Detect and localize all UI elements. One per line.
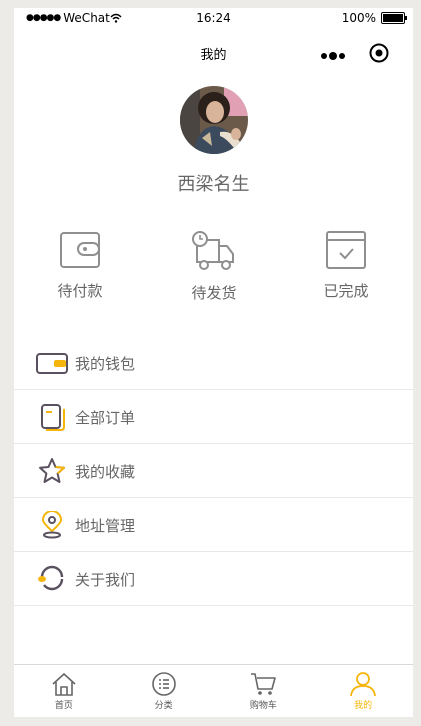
menu-item-label: 关于我们 <box>75 571 136 589</box>
tab-label: 购物车 <box>249 701 277 711</box>
more-dots-icon[interactable] <box>320 52 346 60</box>
wallet-icon <box>60 232 100 268</box>
about-ring-icon <box>38 565 64 591</box>
calendar-check-icon <box>326 231 366 269</box>
tab-label: 分类 <box>154 701 173 711</box>
order-label: 已完成 <box>323 282 369 300</box>
tab-label: 首页 <box>54 701 73 711</box>
battery-percent: 100% <box>341 11 376 25</box>
menu-item-all-orders[interactable]: 全部订单 <box>14 390 413 444</box>
tab-mine[interactable]: 我的 <box>313 665 413 717</box>
order-pending-shipment[interactable]: 待发货 <box>164 230 264 303</box>
order-label: 待付款 <box>57 282 103 300</box>
menu-item-wallet[interactable]: 我的钱包 <box>14 336 413 390</box>
battery-icon <box>381 12 407 24</box>
wallet-icon <box>36 353 68 374</box>
menu-item-favorites[interactable]: 我的收藏 <box>14 444 413 498</box>
truck-icon <box>192 231 234 270</box>
menu-item-address[interactable]: 地址管理 <box>14 498 413 552</box>
status-bar: ●●●●● WeChat 16:24 100% <box>14 8 413 30</box>
menu-list: 我的钱包 全部订单 我的收藏 地址管理 关于我们 <box>14 336 413 606</box>
username: 西梁名生 <box>177 174 250 195</box>
target-close-icon[interactable] <box>368 42 390 64</box>
star-icon <box>39 458 65 483</box>
menu-item-label: 我的收藏 <box>75 463 136 481</box>
page-title: 我的 <box>200 48 227 63</box>
tab-category[interactable]: 分类 <box>114 665 214 717</box>
phone-screen: ●●●●● WeChat 16:24 100% 我的 西梁名生 待付款 待发货 … <box>14 8 413 717</box>
tab-label: 我的 <box>354 701 373 711</box>
order-completed[interactable]: 已完成 <box>296 230 396 301</box>
menu-item-about[interactable]: 关于我们 <box>14 552 413 606</box>
tab-bar: 首页 分类 购物车 我的 <box>14 664 413 717</box>
category-list-icon <box>151 672 176 696</box>
menu-item-label: 全部订单 <box>75 409 136 427</box>
order-document-icon <box>41 404 65 431</box>
order-label: 待发货 <box>191 284 237 302</box>
nav-bar: 我的 <box>14 30 413 70</box>
menu-item-label: 地址管理 <box>75 517 136 535</box>
user-icon <box>350 672 377 697</box>
battery-info: 100% <box>341 11 407 25</box>
avatar-photo <box>180 86 248 154</box>
location-pin-icon <box>41 511 63 539</box>
home-icon <box>52 672 76 696</box>
tab-home[interactable]: 首页 <box>14 665 114 717</box>
tab-cart[interactable]: 购物车 <box>214 665 314 717</box>
cart-icon <box>251 673 277 695</box>
menu-item-label: 我的钱包 <box>75 355 136 373</box>
order-pending-payment[interactable]: 待付款 <box>30 230 130 301</box>
avatar[interactable] <box>180 86 248 154</box>
